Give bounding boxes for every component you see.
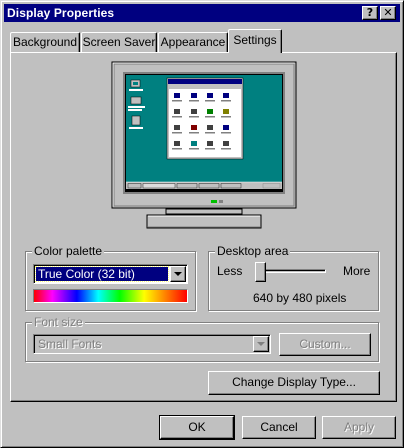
cancel-button[interactable]: Cancel xyxy=(242,416,316,439)
chevron-down-icon[interactable] xyxy=(253,336,269,352)
display-properties-window: Display Properties ? ✕ Background Screen… xyxy=(0,0,404,448)
desktop-area-label: Desktop area xyxy=(215,244,291,258)
tab-background[interactable]: Background xyxy=(10,32,80,52)
color-palette-value: True Color (32 bit) xyxy=(35,266,169,282)
monitor-preview xyxy=(111,61,297,229)
preview-window xyxy=(166,77,244,160)
ok-button[interactable]: OK xyxy=(159,415,235,440)
apply-button[interactable]: Apply xyxy=(322,416,396,439)
preview-taskbar xyxy=(126,181,282,189)
help-button[interactable]: ? xyxy=(362,6,378,20)
color-spectrum-bar xyxy=(33,289,188,303)
font-size-select[interactable]: Small Fonts xyxy=(33,334,271,354)
more-label: More xyxy=(343,264,371,278)
color-palette-label: Color palette xyxy=(32,244,105,258)
desktop-area-slider-track[interactable] xyxy=(256,269,326,273)
custom-font-button[interactable]: Custom... xyxy=(279,333,371,356)
chevron-down-icon[interactable] xyxy=(170,266,186,282)
change-display-type-button[interactable]: Change Display Type... xyxy=(208,371,380,395)
tab-screen-saver[interactable]: Screen Saver xyxy=(81,32,157,52)
less-label: Less xyxy=(217,264,243,278)
window-title: Display Properties xyxy=(7,6,115,20)
close-button[interactable]: ✕ xyxy=(380,6,396,20)
title-bar[interactable]: Display Properties ? ✕ xyxy=(4,4,400,22)
font-size-value: Small Fonts xyxy=(38,337,102,351)
resolution-text: 640 by 480 pixels xyxy=(253,291,347,305)
color-palette-select[interactable]: True Color (32 bit) xyxy=(33,264,188,284)
desktop-area-slider-thumb[interactable] xyxy=(255,262,266,282)
tab-settings[interactable]: Settings xyxy=(228,29,282,53)
font-size-label: Font size xyxy=(32,315,85,329)
tab-appearance[interactable]: Appearance xyxy=(158,32,228,52)
